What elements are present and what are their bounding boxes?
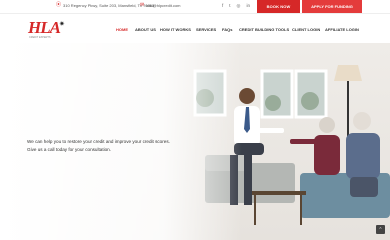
nav-home[interactable]: HOME — [116, 27, 128, 32]
logo-text: HLA — [28, 18, 61, 37]
scroll-to-top-button[interactable]: ⌃ — [376, 225, 385, 234]
twitter-icon[interactable]: t — [229, 3, 230, 9]
email-info[interactable]: ✉ info@hlpcredit.com — [140, 2, 181, 9]
logo[interactable]: HLA ✷ CREDIT EXPERTS — [28, 19, 68, 41]
hero-line-2: Give us a call today for your consultati… — [27, 147, 112, 152]
mail-icon: ✉ — [140, 2, 145, 8]
map-pin-icon: ⦿ — [56, 2, 62, 8]
facebook-icon[interactable]: f — [222, 3, 223, 9]
star-icon: ✷ — [59, 21, 65, 28]
nav-about-us[interactable]: ABOUT US — [135, 27, 156, 32]
nav-client-login[interactable]: CLIENT LOGIN — [292, 27, 320, 32]
site-header: HLA ✷ CREDIT EXPERTS HOME ABOUT US HOW I… — [0, 13, 390, 43]
instagram-icon[interactable]: ◎ — [237, 3, 241, 9]
top-bar: ⦿ 310 Regency Pkwy, Suite 203, Mansfield… — [0, 0, 390, 13]
nav-services[interactable]: SERVICES — [196, 27, 216, 32]
chevron-up-icon: ⌃ — [378, 226, 383, 233]
book-now-button[interactable]: BOOK NOW — [257, 0, 300, 13]
email-text[interactable]: info@hlpcredit.com — [146, 3, 180, 8]
hero-banner: We can help you to restore your credit a… — [0, 43, 390, 240]
nav-affiliate-login[interactable]: AFFILIATE LOGIN — [325, 27, 359, 32]
logo-subtext: CREDIT EXPERTS — [29, 36, 51, 39]
nav-credit-building-tools[interactable]: CREDIT BUILDING TOOLS — [239, 27, 289, 32]
social-links: f t ◎ in — [222, 3, 250, 9]
nav-faqs[interactable]: FAQs — [222, 27, 232, 32]
apply-for-funding-button[interactable]: APPLY FOR FUNDING — [302, 0, 362, 13]
hero-line-1: We can help you to restore your credit a… — [27, 139, 170, 144]
linkedin-icon[interactable]: in — [246, 3, 250, 9]
nav-how-it-works[interactable]: HOW IT WORKS — [160, 27, 191, 32]
